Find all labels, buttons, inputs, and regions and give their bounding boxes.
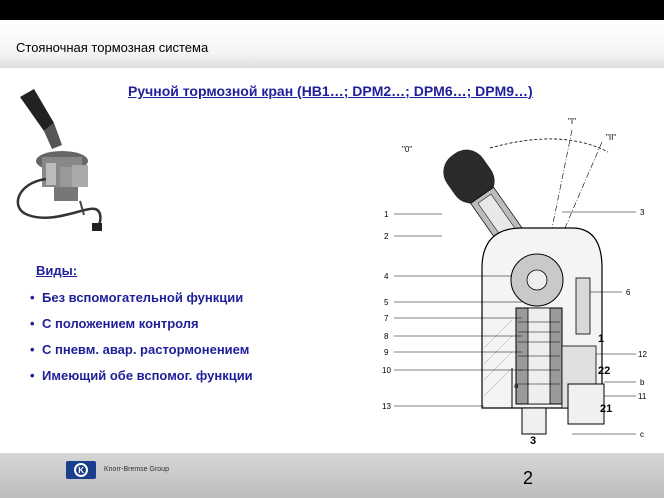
callout-2: 2 [384, 232, 389, 241]
callout-11: 11 [638, 392, 647, 401]
top-bar [0, 0, 664, 20]
page-number: 2 [523, 468, 534, 488]
page-title: Стояночная тормозная система [16, 40, 209, 55]
port-21: 21 [600, 403, 612, 415]
knorr-bremse-logo-icon: K [66, 461, 96, 479]
list-item: • С положением контроля [30, 316, 199, 331]
callout-7: 7 [384, 314, 389, 323]
views-heading: Виды: [36, 263, 78, 278]
list-item: • Имеющий обе вспомог. функции [30, 368, 253, 383]
callout-c: c [640, 430, 644, 439]
position-label-2: "II" [606, 133, 616, 142]
company-name: Knorr-Bremse Group [104, 466, 169, 473]
internal-label-a: a [514, 381, 519, 390]
callout-8: 8 [384, 332, 389, 341]
callout-1: 1 [384, 210, 389, 219]
port-22: 22 [598, 365, 610, 377]
callout-4: 4 [384, 272, 389, 281]
list-item: • Без вспомогательной функции [30, 290, 244, 305]
callout-13: 13 [382, 402, 391, 411]
slide-subtitle: Ручной тормозной кран (HB1…; DPM2…; DPM6… [128, 83, 533, 99]
position-label-0: "0" [402, 145, 412, 154]
callout-9: 9 [384, 348, 389, 357]
callout-5: 5 [384, 298, 389, 307]
callout-6: 6 [626, 288, 631, 297]
position-label-1: "I" [568, 117, 576, 126]
callout-12: 12 [638, 350, 647, 359]
footer-bar [0, 453, 664, 498]
port-1: 1 [598, 333, 604, 345]
svg-text:K: K [78, 466, 84, 475]
callout-10: 10 [382, 366, 391, 375]
valve-photo [6, 83, 114, 243]
callout-b: b [640, 378, 645, 387]
views-list: • Без вспомогательной функции • С положени… [30, 289, 253, 393]
valve-cross-section-diagram: "0" "I" "II" 1 2 4 5 7 8 9 10 13 3 6 12 … [372, 108, 662, 450]
callout-3: 3 [640, 208, 645, 217]
list-item: • С пневм. авар. растормонением [30, 342, 250, 357]
port-3: 3 [530, 435, 536, 447]
